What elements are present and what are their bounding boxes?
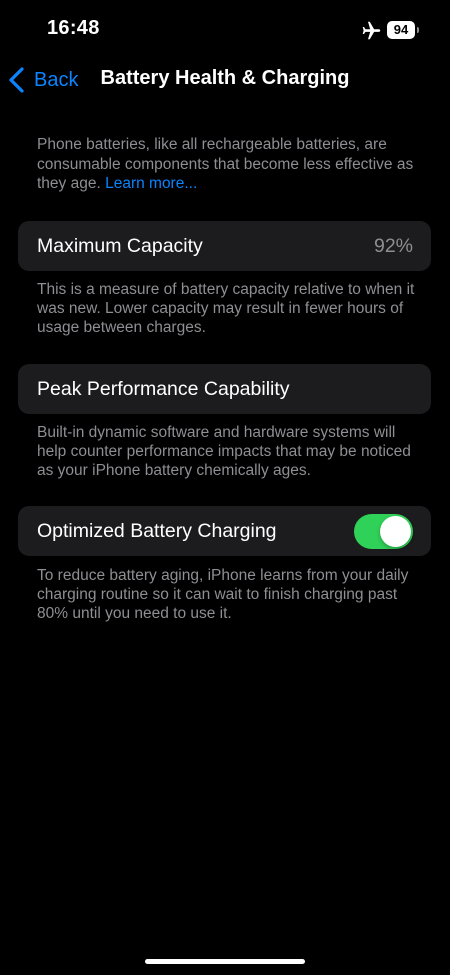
page-title: Battery Health & Charging [100, 67, 350, 89]
maximum-capacity-row: Maximum Capacity 92% [18, 221, 431, 271]
maximum-capacity-label: Maximum Capacity [37, 235, 203, 257]
maximum-capacity-value: 92% [373, 235, 413, 257]
optimized-charging-toggle[interactable] [354, 514, 413, 549]
intro-text: Phone batteries, like all rechargeable b… [37, 136, 414, 192]
status-bar: 16:48 94 [0, 0, 450, 56]
battery-level: 94 [387, 21, 415, 39]
toggle-knob [380, 516, 411, 547]
optimized-charging-footnote: To reduce battery aging, iPhone learns f… [37, 567, 409, 622]
optimized-charging-label: Optimized Battery Charging [37, 520, 277, 542]
maximum-capacity-footnote: This is a measure of battery capacity re… [37, 281, 415, 336]
intro-description: Phone batteries, like all rechargeable b… [37, 135, 417, 194]
battery-icon: 94 [387, 21, 420, 39]
learn-more-link[interactable]: Learn more... [105, 175, 197, 192]
optimized-charging-row: Optimized Battery Charging [18, 506, 431, 556]
peak-performance-row: Peak Performance Capability [18, 364, 431, 414]
home-indicator[interactable] [145, 959, 305, 964]
airplane-icon [362, 21, 381, 40]
status-time: 16:48 [47, 17, 100, 39]
battery-cap [417, 27, 419, 33]
peak-performance-label: Peak Performance Capability [37, 378, 290, 400]
peak-performance-footnote: Built-in dynamic software and hardware s… [37, 424, 411, 479]
navigation-bar: Back Battery Health & Charging [0, 56, 450, 104]
